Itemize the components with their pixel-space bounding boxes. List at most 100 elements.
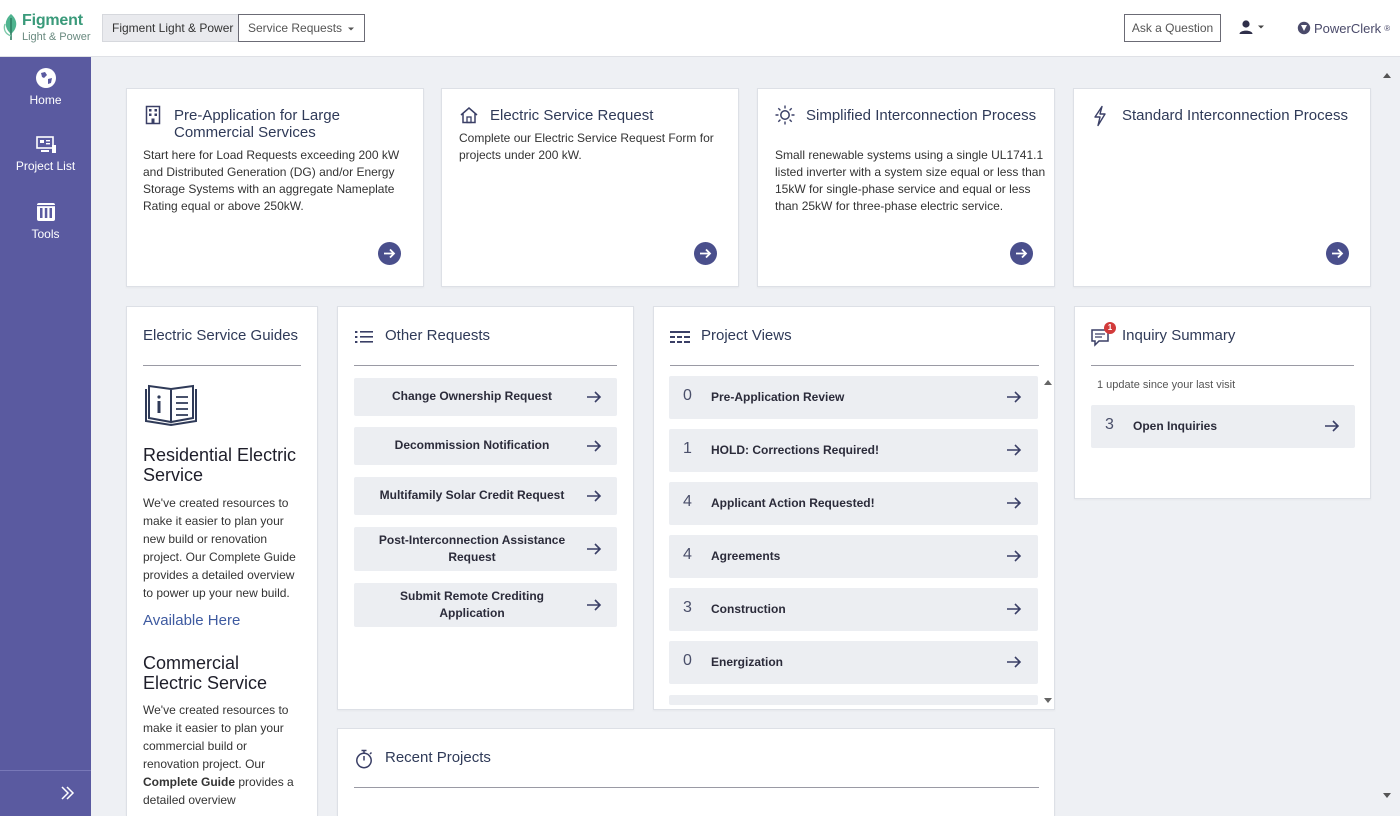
notification-badge: 1 <box>1104 322 1116 334</box>
leaf-logo-icon <box>3 14 17 40</box>
service-requests-dropdown[interactable]: Service Requests <box>238 14 366 42</box>
request-multifamily-solar[interactable]: Multifamily Solar Credit Request <box>354 477 617 515</box>
residential-heading: Residential Electric Service <box>143 445 297 485</box>
card-description: Small renewable systems using a single U… <box>775 148 1046 213</box>
sun-icon <box>775 105 795 125</box>
request-label: Decommission Notification <box>394 438 550 452</box>
open-book-icon <box>145 384 197 427</box>
recent-projects-panel: Recent Projects <box>337 728 1055 816</box>
request-change-ownership[interactable]: Change Ownership Request <box>354 378 617 416</box>
card-description: Complete our Electric Service Request Fo… <box>459 131 714 162</box>
top-bar: Figment Light & Power Figment Light & Po… <box>0 0 1400 57</box>
update-text: 1 update since your last visit <box>1097 379 1236 391</box>
residential-body: We've created resources to make it easie… <box>143 496 296 600</box>
sidebar-item-label: Project List <box>15 159 76 173</box>
panel-title: Inquiry Summary <box>1122 327 1236 344</box>
powerclerk-label: PowerClerk <box>1314 20 1382 36</box>
arrow-right-icon <box>1332 248 1344 259</box>
electric-service-guides-panel: Electric Service Guides Residential Elec… <box>126 306 318 816</box>
page-scrollbar[interactable] <box>1381 68 1393 804</box>
card-standard-interconnection[interactable]: Standard Interconnection Process <box>1073 88 1371 287</box>
request-label: Multifamily Solar Credit Request <box>379 488 565 502</box>
project-view-construction[interactable]: 3 Construction <box>669 588 1038 631</box>
powerclerk-logo[interactable]: PowerClerk ® <box>1297 19 1390 37</box>
house-icon <box>460 107 478 124</box>
commercial-body-text: We've created resources to make it easie… <box>143 703 289 771</box>
card-simplified-interconnection[interactable]: Simplified Interconnection Process Small… <box>757 88 1055 287</box>
card-description: Start here for Load Requests exceeding 2… <box>143 148 400 213</box>
request-label: Change Ownership Request <box>391 389 553 403</box>
figment-logo[interactable]: Figment Light & Power <box>2 10 92 46</box>
arrow-right-icon <box>1007 550 1022 562</box>
project-view-pre-application[interactable]: 0 Pre-Application Review <box>669 376 1038 419</box>
organization-button[interactable]: Figment Light & Power <box>102 14 244 42</box>
sidebar-item-tools[interactable]: Tools <box>0 201 91 253</box>
arrow-right-icon <box>1007 603 1022 615</box>
divider <box>354 787 1039 788</box>
user-icon <box>1239 20 1253 34</box>
complete-guide-link[interactable]: Complete Guide <box>143 775 235 789</box>
panel-title: Recent Projects <box>385 749 491 766</box>
project-view-applicant-action[interactable]: 4 Applicant Action Requested! <box>669 482 1038 525</box>
panel-title: Other Requests <box>385 327 491 344</box>
card-title: Standard Interconnection Process <box>1122 107 1348 124</box>
card-title: Pre-Application for Large Commercial Ser… <box>174 107 340 141</box>
arrow-right-icon <box>1007 391 1022 403</box>
sidebar-item-project-list[interactable]: Project List <box>0 135 91 187</box>
project-view-partial-row <box>669 695 1038 705</box>
brand-name: Figment <box>22 12 83 29</box>
view-label: Agreements <box>711 549 781 563</box>
view-count: 3 <box>683 599 692 616</box>
brand-subtitle: Light & Power <box>22 31 91 43</box>
stopwatch-icon <box>356 749 373 769</box>
tools-icon <box>36 203 55 221</box>
project-view-energization[interactable]: 0 Energization <box>669 641 1038 684</box>
project-view-hold[interactable]: 1 HOLD: Corrections Required! <box>669 429 1038 472</box>
request-post-interconnection[interactable]: Post-Interconnection Assistance Request <box>354 527 617 571</box>
commercial-heading: Commercial Electric Service <box>143 653 268 693</box>
scroll-up-icon <box>1383 73 1391 78</box>
view-count: 4 <box>683 493 692 510</box>
arrow-right-icon <box>587 440 602 452</box>
card-electric-service-request[interactable]: Electric Service Request Complete our El… <box>441 88 739 287</box>
go-button[interactable] <box>1326 242 1349 265</box>
go-button[interactable] <box>1010 242 1033 265</box>
sidebar: Home Project List Tools <box>0 57 91 816</box>
arrow-right-icon <box>1007 656 1022 668</box>
go-button[interactable] <box>378 242 401 265</box>
view-count: 0 <box>683 387 692 404</box>
view-label: HOLD: Corrections Required! <box>711 443 880 457</box>
commercial-body: We've created resources to make it easie… <box>143 701 301 809</box>
globe-icon <box>35 68 56 88</box>
card-pre-application[interactable]: Pre-Application for Large Commercial Ser… <box>126 88 424 287</box>
card-title: Simplified Interconnection Process <box>806 107 1037 124</box>
user-menu[interactable] <box>1238 18 1266 38</box>
project-view-agreements[interactable]: 4 Agreements <box>669 535 1038 578</box>
view-count: 1 <box>683 440 692 457</box>
sidebar-collapse-toggle[interactable] <box>0 770 91 816</box>
open-inquiries-row[interactable]: 3 Open Inquiries <box>1091 405 1355 448</box>
building-icon <box>145 105 161 125</box>
view-count: 0 <box>683 652 692 669</box>
available-here-link[interactable]: Available Here <box>143 612 240 629</box>
view-label: Applicant Action Requested! <box>711 496 875 510</box>
panel-title: Electric Service Guides <box>143 327 299 344</box>
service-requests-label: Service Requests <box>248 21 343 35</box>
open-inquiries-count: 3 <box>1105 416 1114 433</box>
sidebar-item-label: Home <box>29 93 62 107</box>
view-label: Energization <box>711 655 784 669</box>
divider <box>143 365 301 366</box>
project-list-icon <box>35 136 56 153</box>
registered-mark: ® <box>1384 23 1391 33</box>
sidebar-item-label: Tools <box>31 227 60 241</box>
caret-down-icon <box>348 27 355 31</box>
arrow-right-icon <box>1007 444 1022 456</box>
arrow-right-icon <box>587 490 602 502</box>
arrow-right-icon <box>1016 248 1028 259</box>
bolt-icon <box>1094 105 1106 127</box>
request-decommission[interactable]: Decommission Notification <box>354 427 617 465</box>
request-remote-crediting[interactable]: Submit Remote Crediting Application <box>354 583 617 627</box>
go-button[interactable] <box>694 242 717 265</box>
ask-question-button[interactable]: Ask a Question <box>1124 14 1221 42</box>
sidebar-item-home[interactable]: Home <box>0 67 91 119</box>
